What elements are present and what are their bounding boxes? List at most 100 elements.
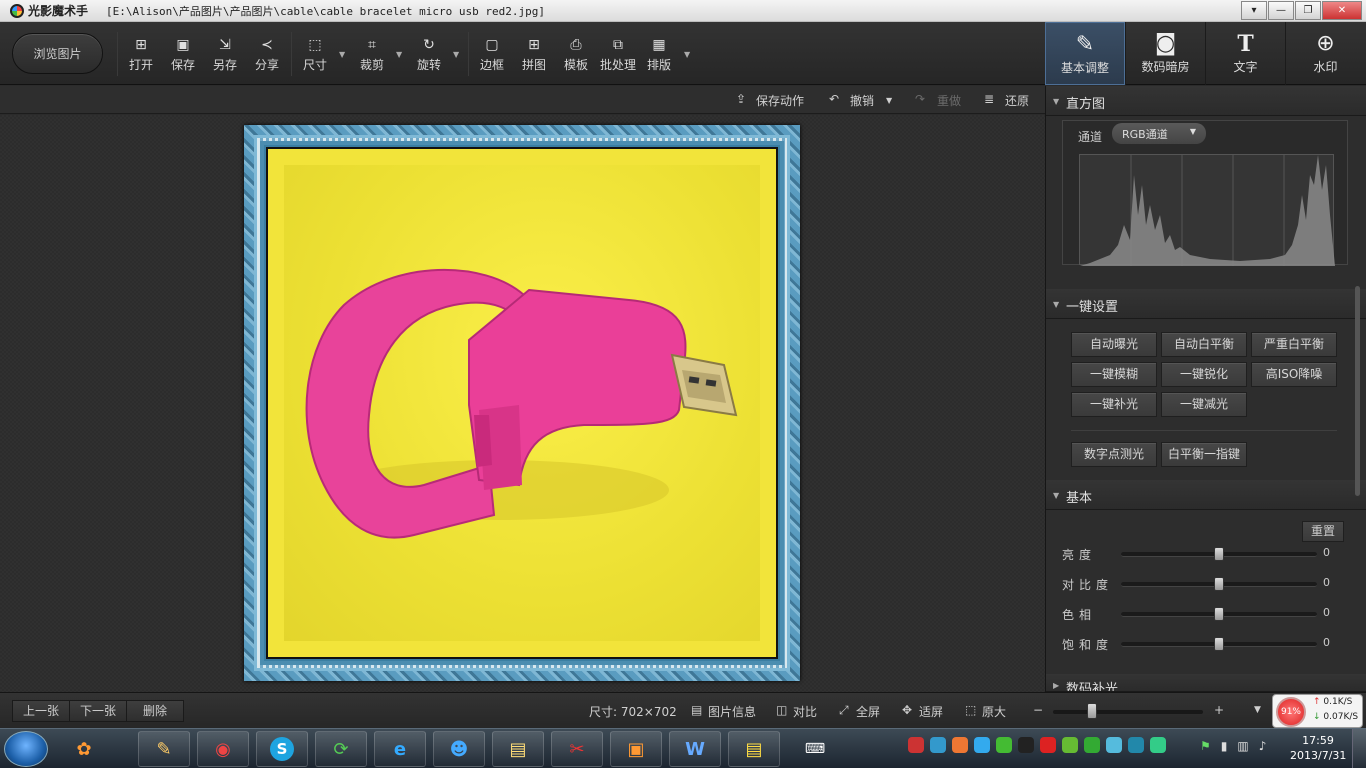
taskbar-package-icon[interactable]: ▣ — [610, 731, 662, 767]
taskbar-sync-icon[interactable]: ⟳ — [315, 731, 367, 767]
strong-white-balance-button[interactable]: 严重白平衡 — [1251, 332, 1337, 357]
undo-button[interactable]: 撤销 — [850, 92, 874, 109]
taskbar-word-icon[interactable]: W — [669, 731, 721, 767]
tray-qq-icon[interactable] — [1018, 737, 1034, 753]
brightness-slider-knob[interactable] — [1214, 547, 1224, 561]
window-menu-button[interactable]: ▾ — [1241, 1, 1267, 20]
tray-app-icon[interactable] — [1084, 737, 1100, 753]
hue-slider-knob[interactable] — [1214, 607, 1224, 621]
tray-app-icon[interactable] — [930, 737, 946, 753]
undo-dropdown-icon[interactable]: ▼ — [886, 96, 892, 105]
save-as-button[interactable]: ⇲ 另存 — [205, 36, 245, 73]
network-speed-widget[interactable]: 91% ↑ 0.1K/S ↓ 0.07K/S — [1272, 694, 1363, 728]
redo-button[interactable]: 重做 — [937, 92, 961, 109]
taskbar-ie-icon[interactable]: e — [374, 731, 426, 767]
template-button[interactable]: ⎙ 模板 — [556, 36, 596, 73]
spot-metering-button[interactable]: 数字点测光 — [1071, 442, 1157, 467]
fit-screen-button[interactable]: 适屏 — [919, 703, 943, 720]
histogram-section-header[interactable]: ▼ 直方图 — [1046, 86, 1366, 116]
taskbar-skype-icon[interactable]: S — [256, 731, 308, 767]
share-button[interactable]: ≺ 分享 — [247, 36, 287, 73]
next-image-button[interactable]: 下一张 — [69, 700, 127, 722]
one-click-blur-button[interactable]: 一键模糊 — [1071, 362, 1157, 387]
tray-app-icon[interactable] — [1062, 737, 1078, 753]
tab-watermark[interactable]: ⊕ 水印 — [1285, 22, 1365, 85]
reduce-light-button[interactable]: 一键减光 — [1161, 392, 1247, 417]
prev-image-button[interactable]: 上一张 — [12, 700, 70, 722]
restore-image-button[interactable]: 还原 — [1005, 92, 1029, 109]
tray-app-icon[interactable] — [952, 737, 968, 753]
tray-app-icon[interactable] — [996, 737, 1012, 753]
resize-dropdown-icon[interactable]: ▼ — [339, 50, 345, 59]
batch-button[interactable]: ⧉ 批处理 — [597, 36, 639, 73]
tray-meter-icon[interactable] — [1150, 737, 1166, 753]
collage-button[interactable]: ⊞ 拼图 — [514, 36, 554, 73]
save-action-button[interactable]: 保存动作 — [756, 92, 804, 109]
volume-icon[interactable]: ♪ — [1259, 739, 1267, 753]
rotate-dropdown-icon[interactable]: ▼ — [453, 50, 459, 59]
clock[interactable]: 17:59 2013/7/31 — [1290, 733, 1346, 763]
one-click-section-header[interactable]: ▼ 一键设置 — [1046, 289, 1366, 319]
saturation-slider-knob[interactable] — [1214, 637, 1224, 651]
minimize-button[interactable]: — — [1268, 1, 1294, 20]
flag-icon[interactable]: ⚑ — [1200, 739, 1211, 753]
fullscreen-button[interactable]: 全屏 — [856, 703, 880, 720]
taskbar-qq-icon[interactable]: ☻ — [433, 731, 485, 767]
high-iso-denoise-button[interactable]: 高ISO降噪 — [1251, 362, 1337, 387]
zoom-slider-knob[interactable] — [1087, 703, 1097, 719]
one-click-sharpen-button[interactable]: 一键锐化 — [1161, 362, 1247, 387]
crop-dropdown-icon[interactable]: ▼ — [396, 50, 402, 59]
undo-icon: ↶ — [829, 92, 840, 106]
tab-digital-darkroom[interactable]: ◙ 数码暗房 — [1125, 22, 1205, 85]
tray-app-icon[interactable] — [1128, 737, 1144, 753]
restore-button[interactable]: ❐ — [1295, 1, 1321, 20]
start-button[interactable] — [4, 731, 48, 767]
crop-button[interactable]: ⌗ 裁剪 — [352, 36, 392, 73]
show-desktop-button[interactable] — [1352, 729, 1366, 768]
taskbar-notes-icon[interactable]: ▤ — [728, 731, 780, 767]
border-button[interactable]: ▢ 边框 — [472, 36, 512, 73]
download-arrow-icon: ↓ — [1313, 712, 1324, 722]
auto-exposure-button[interactable]: 自动曝光 — [1071, 332, 1157, 357]
white-balance-picker-button[interactable]: 白平衡一指键 — [1161, 442, 1247, 467]
basic-section-header[interactable]: ▼ 基本 — [1046, 480, 1366, 510]
contrast-slider-knob[interactable] — [1214, 577, 1224, 591]
save-button[interactable]: ▣ 保存 — [163, 36, 203, 73]
menu-dropdown-icon[interactable]: ▼ — [1254, 705, 1261, 715]
channel-select[interactable]: RGB通道 ▼ — [1112, 123, 1206, 144]
zoom-out-button[interactable]: − — [1033, 703, 1043, 717]
taskbar-explorer-icon[interactable]: ▤ — [492, 731, 544, 767]
reset-button[interactable]: 重置 — [1302, 521, 1344, 542]
tray-qq-icon[interactable] — [974, 737, 990, 753]
more-dropdown-icon[interactable]: ▼ — [684, 50, 690, 59]
keyboard-icon[interactable]: ⌨ — [795, 731, 835, 767]
image-info-button[interactable]: 图片信息 — [708, 703, 756, 720]
tab-text[interactable]: T 文字 — [1205, 22, 1285, 85]
network-icon[interactable]: ▥ — [1237, 739, 1248, 753]
delete-button[interactable]: 删除 — [126, 700, 184, 722]
tray-app-icon[interactable] — [1040, 737, 1056, 753]
close-button[interactable]: ✕ — [1322, 1, 1362, 20]
browse-images-button[interactable]: 浏览图片 — [12, 33, 103, 74]
resize-button[interactable]: ⬚ 尺寸 — [295, 36, 335, 73]
panel-scrollbar[interactable] — [1355, 286, 1360, 496]
open-button[interactable]: ⊞ 打开 — [121, 36, 161, 73]
fill-light-button[interactable]: 一键补光 — [1071, 392, 1157, 417]
taskbar-app-icon[interactable]: ✂ — [551, 731, 603, 767]
taskbar-paint-icon[interactable]: ✎ — [138, 731, 190, 767]
taskbar-photo-editor-icon[interactable]: ◉ — [197, 731, 249, 767]
tray-network-icon[interactable] — [1106, 737, 1122, 753]
zoom-in-button[interactable]: + — [1214, 703, 1224, 717]
tab-basic-adjust[interactable]: ✎ 基本调整 — [1045, 22, 1125, 85]
power-icon[interactable]: ▮ — [1221, 739, 1228, 753]
zoom-slider[interactable] — [1053, 710, 1203, 714]
digital-fill-section-header[interactable]: ▶ 数码补光 — [1046, 674, 1366, 692]
auto-white-balance-button[interactable]: 自动白平衡 — [1161, 332, 1247, 357]
media-center-icon[interactable]: ✿ — [58, 731, 110, 767]
image-canvas[interactable] — [0, 115, 1045, 692]
original-size-button[interactable]: 原大 — [982, 703, 1006, 720]
compare-button[interactable]: 对比 — [793, 703, 817, 720]
rotate-button[interactable]: ↻ 旋转 — [409, 36, 449, 73]
layout-button[interactable]: ▦ 排版 — [639, 36, 679, 73]
tray-app-icon[interactable] — [908, 737, 924, 753]
